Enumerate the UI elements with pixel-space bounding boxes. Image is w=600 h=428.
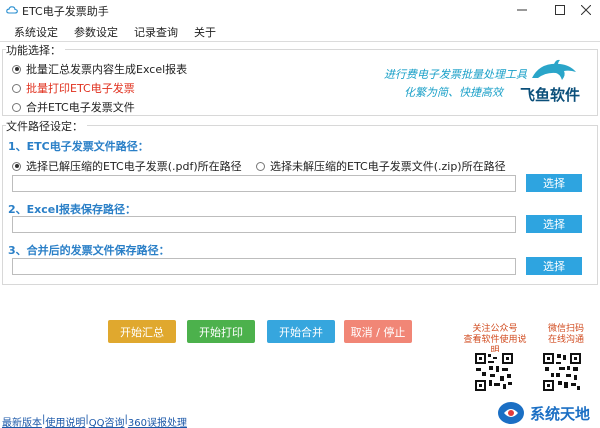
merge-path-select-button[interactable]: 选择 <box>526 257 582 275</box>
cancel-stop-button[interactable]: 取消 / 停止 <box>344 320 412 343</box>
merge-path-label: 3、合并后的发票文件保存路径： <box>8 244 170 257</box>
option-merge-files[interactable]: 合并ETC电子发票文件 <box>12 99 135 115</box>
minimize-icon <box>517 9 527 11</box>
footer-links: 最新版本 | 使用说明 | QQ咨询 | 360误报处理 <box>2 414 187 428</box>
function-group-title: 功能选择： <box>6 42 65 58</box>
link-latest-version[interactable]: 最新版本 <box>2 414 42 428</box>
wechat-account-qr-code <box>474 352 514 392</box>
menu-record-query[interactable]: 记录查询 <box>126 21 186 41</box>
app-cloud-icon <box>6 6 18 14</box>
option-batch-print[interactable]: 批量打印ETC电子发票 <box>12 80 135 96</box>
path-group-title: 文件路径设定： <box>6 118 87 134</box>
start-print-button[interactable]: 开始打印 <box>187 320 255 343</box>
dolphin-logo-icon <box>532 59 576 80</box>
radio-button-checked[interactable] <box>12 64 21 74</box>
option-zip-source[interactable]: 选择未解压缩的ETC电子发票文件(.zip)所在路径 <box>256 158 506 174</box>
brand-slogan-line1: 进行费电子发票批量处理工具 <box>384 68 527 81</box>
start-merge-button[interactable]: 开始合并 <box>267 320 335 343</box>
excel-path-input[interactable] <box>12 216 516 233</box>
excel-path-label: 2、Excel报表保存路径： <box>8 203 137 216</box>
link-qq-consult[interactable]: QQ咨询 <box>89 414 125 428</box>
radio-button[interactable] <box>256 161 265 171</box>
qr-left-caption-line1: 关注公众号 <box>472 324 518 334</box>
maximize-button[interactable] <box>546 0 574 20</box>
minimize-button[interactable] <box>508 0 536 20</box>
watermark-logo-icon <box>498 402 524 424</box>
watermark-text: 系统天地 <box>530 404 591 423</box>
option-label: 批量打印ETC电子发票 <box>26 82 135 95</box>
etc-path-label: 1、ETC电子发票文件路径： <box>8 140 149 153</box>
watermark: 系统天地 <box>496 400 590 426</box>
close-button[interactable] <box>572 0 600 20</box>
brand-slogan-line2: 化繁为简、快捷高效 <box>404 86 503 99</box>
radio-button[interactable] <box>12 83 21 93</box>
etc-path-input[interactable] <box>12 175 516 192</box>
merge-path-input[interactable] <box>12 258 516 275</box>
option-excel-summary[interactable]: 批量汇总发票内容生成Excel报表 <box>12 61 187 77</box>
menu-parameter-settings[interactable]: 参数设定 <box>66 21 126 41</box>
start-summary-button[interactable]: 开始汇总 <box>108 320 176 343</box>
option-label: 批量汇总发票内容生成Excel报表 <box>26 63 188 76</box>
menu-system-settings[interactable]: 系统设定 <box>6 21 66 41</box>
link-user-guide[interactable]: 使用说明 <box>45 414 85 428</box>
brand-name: 飞鱼软件 <box>520 86 581 104</box>
menu-divider <box>0 41 600 42</box>
wechat-contact-qr-code <box>542 352 582 392</box>
excel-path-select-button[interactable]: 选择 <box>526 215 582 233</box>
qr-right-caption-line2: 在线沟通 <box>547 335 584 345</box>
option-label: 选择已解压缩的ETC电子发票(.pdf)所在路径 <box>26 160 242 173</box>
option-label: 合并ETC电子发票文件 <box>26 101 135 114</box>
title-bar: ETC电子发票助手 <box>0 0 600 20</box>
qr-right-caption: 微信扫码 在线沟通 <box>536 324 596 346</box>
radio-button-checked[interactable] <box>12 161 21 171</box>
option-label: 选择未解压缩的ETC电子发票文件(.zip)所在路径 <box>270 160 506 173</box>
etc-path-select-button[interactable]: 选择 <box>526 174 582 192</box>
radio-button[interactable] <box>12 102 21 112</box>
window-title: ETC电子发票助手 <box>22 5 109 18</box>
option-pdf-source[interactable]: 选择已解压缩的ETC电子发票(.pdf)所在路径 <box>12 158 242 174</box>
close-icon <box>581 5 591 15</box>
maximize-icon <box>555 5 565 15</box>
menu-about[interactable]: 关于 <box>186 21 224 41</box>
link-360-false-positive[interactable]: 360误报处理 <box>128 414 187 428</box>
menu-bar: 系统设定 参数设定 记录查询 关于 <box>0 21 600 41</box>
qr-right-caption-line1: 微信扫码 <box>547 324 584 334</box>
